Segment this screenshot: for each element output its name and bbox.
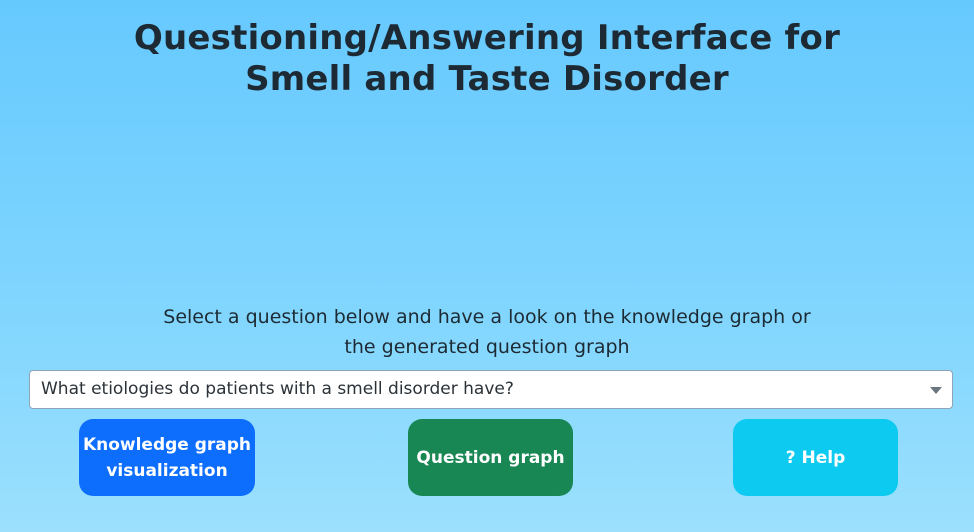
question-select-value: What etiologies do patients with a smell…	[41, 379, 514, 399]
help-button-label: ? Help	[785, 447, 846, 468]
chevron-down-icon[interactable]	[930, 387, 942, 394]
page-title-line-1: Questioning/Answering Interface for	[133, 18, 841, 58]
instructions-line-1: Select a question below and have a look …	[163, 306, 811, 328]
page-title-line-2: Smell and Taste Disorder	[245, 59, 729, 99]
question-graph-button-label: Question graph	[416, 447, 565, 468]
knowledge-graph-button-label: Knowledge graph visualization	[83, 432, 251, 484]
question-graph-button[interactable]: Question graph	[408, 419, 573, 496]
question-select[interactable]: What etiologies do patients with a smell…	[29, 370, 953, 409]
instructions-line-2: the generated question graph	[344, 336, 630, 358]
knowledge-graph-visualization-button[interactable]: Knowledge graph visualization	[79, 419, 255, 496]
knowledge-graph-button-label-line-1: Knowledge graph	[82, 434, 252, 455]
help-button[interactable]: ? Help	[733, 419, 898, 496]
page-title: Questioning/Answering Interface for Smel…	[0, 18, 974, 100]
instructions-text: Select a question below and have a look …	[0, 302, 974, 362]
knowledge-graph-button-label-line-2: visualization	[106, 460, 228, 481]
